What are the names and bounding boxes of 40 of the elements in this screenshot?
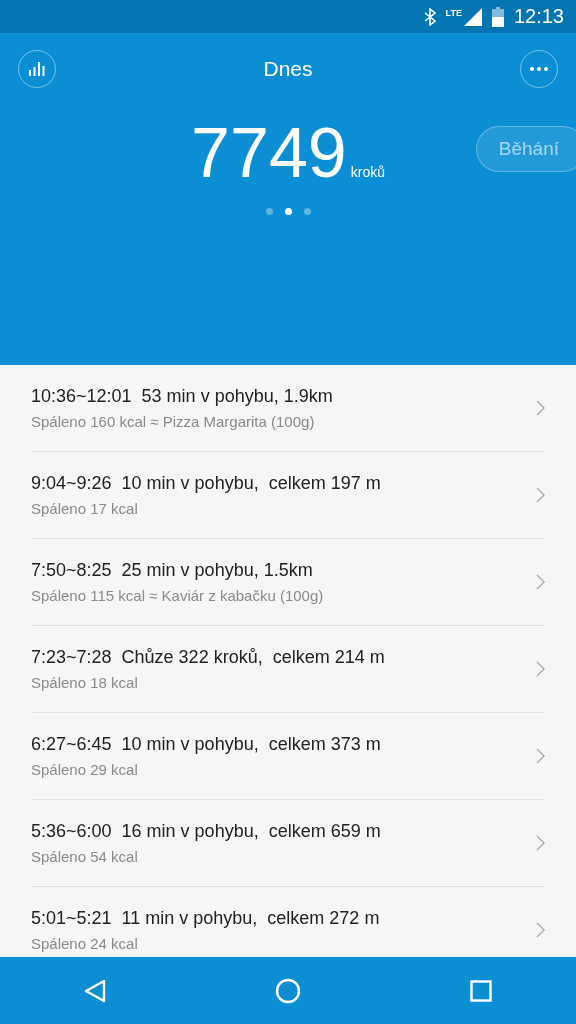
- signal-icon: [463, 7, 482, 26]
- activity-title: 5:01~5:21 11 min v pohybu, celkem 272 m: [31, 908, 380, 929]
- activity-title: 7:50~8:25 25 min v pohybu, 1.5km: [31, 560, 314, 581]
- network-type: LTE: [445, 8, 462, 18]
- battery-icon: [491, 6, 504, 27]
- bluetooth-icon: [423, 7, 436, 26]
- chevron-right-icon: [536, 922, 545, 938]
- activity-calories: Spáleno 17 kcal: [31, 500, 139, 517]
- chevron-right-icon: [536, 487, 545, 503]
- step-unit: kroků: [350, 164, 385, 180]
- chevron-right-icon: [536, 748, 545, 764]
- clock: 12:13: [513, 5, 564, 28]
- activity-row[interactable]: 9:04~9:26 10 min v pohybu, celkem 197 m Spáleno 17 kcal: [31, 452, 545, 539]
- page-dot[interactable]: [265, 208, 273, 215]
- activity-calories: Spáleno 54 kcal: [31, 848, 139, 865]
- activity-title: 6:27~6:45 10 min v pohybu, celkem 373 m: [31, 734, 381, 755]
- activity-calories: Spáleno 24 kcal: [31, 935, 139, 952]
- step-count: 7749: [191, 118, 347, 188]
- activity-row[interactable]: 6:27~6:45 10 min v pohybu, celkem 373 m Spáleno 29 kcal: [31, 713, 545, 800]
- chevron-right-icon: [536, 661, 545, 677]
- chevron-right-icon: [536, 835, 545, 851]
- page-dot[interactable]: [284, 208, 292, 215]
- activity-calories: Spáleno 160 kcal ≈ Pizza Margarita (100g): [31, 413, 316, 430]
- activity-calories: Spáleno 115 kcal ≈ Kaviár z kabačku (100g): [31, 587, 324, 604]
- chevron-right-icon: [536, 400, 545, 416]
- activity-title: 10:36~12:01 53 min v pohybu, 1.9km: [31, 386, 333, 407]
- activity-title: 7:23~7:28 Chůze 322 kroků, celkem 214 m: [31, 647, 385, 668]
- activity-row[interactable]: 5:36~6:00 16 min v pohybu, celkem 659 m Spáleno 54 kcal: [31, 800, 545, 887]
- page-dot[interactable]: [303, 208, 311, 215]
- more-icon: [530, 67, 548, 71]
- activity-row[interactable]: 10:36~12:01 53 min v pohybu, 1.9km Spáleno 160 kcal ≈ Pizza Margarita (100g): [31, 365, 545, 452]
- activity-calories: Spáleno 18 kcal: [31, 674, 139, 691]
- activity-title: 9:04~9:26 10 min v pohybu, celkem 197 m: [31, 473, 381, 494]
- chevron-right-icon: [536, 574, 545, 590]
- activity-row[interactable]: 7:23~7:28 Chůze 322 kroků, celkem 214 m Spáleno 18 kcal: [31, 626, 545, 713]
- activity-row[interactable]: 7:50~8:25 25 min v pohybu, 1.5km Spáleno 115 kcal ≈ Kaviár z kabačku (100g): [31, 539, 545, 626]
- activity-calories: Spáleno 29 kcal: [31, 761, 139, 778]
- activity-title: 5:36~6:00 16 min v pohybu, celkem 659 m: [31, 821, 381, 842]
- screen-title: Dnes: [263, 57, 313, 81]
- bar-chart-icon: [29, 62, 45, 76]
